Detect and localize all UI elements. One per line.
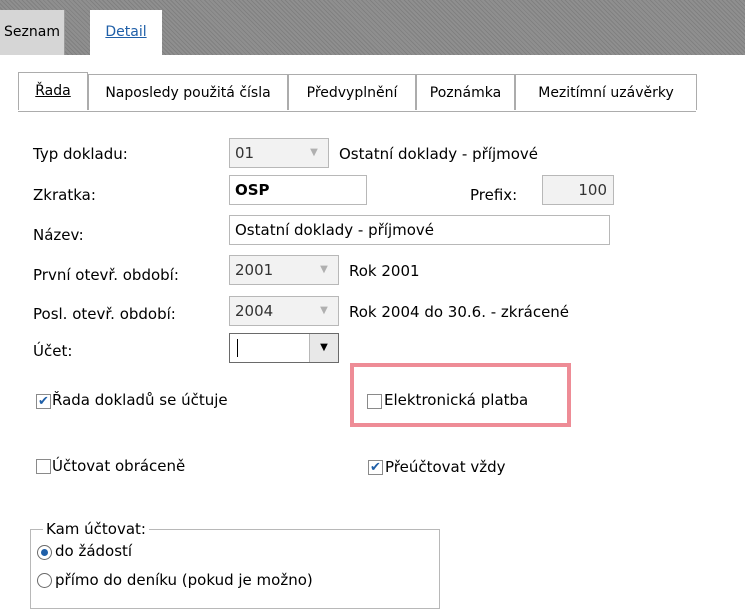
typ-dokladu-label: Typ dokladu: bbox=[33, 145, 128, 163]
chevron-down-icon[interactable]: ▼ bbox=[300, 139, 328, 167]
posl-obdobi-value: 2004 bbox=[235, 302, 274, 320]
tab-seznam[interactable]: Seznam bbox=[0, 10, 65, 55]
nazev-field[interactable]: Ostatní doklady - příjmové bbox=[229, 215, 610, 245]
radio-do-zadosti[interactable] bbox=[37, 545, 52, 560]
prefix-label: Prefix: bbox=[470, 186, 518, 204]
chevron-down-icon[interactable]: ▼ bbox=[309, 334, 338, 362]
kam-uctovat-legend: Kam účtovat: bbox=[43, 520, 149, 538]
radio-primo-do-deniku-label: přímo do deníku (pokud je možno) bbox=[55, 571, 313, 589]
tab-mezitimni-uzaverky[interactable]: Mezitímní uzávěrky bbox=[515, 74, 697, 110]
rada-uctuje-checkbox[interactable]: ✔ bbox=[36, 394, 51, 409]
text-caret bbox=[237, 339, 238, 357]
prefix-field[interactable]: 100 bbox=[542, 175, 614, 205]
radio-primo-do-deniku[interactable] bbox=[37, 573, 52, 588]
chevron-down-icon[interactable]: ▼ bbox=[310, 297, 338, 325]
uctovat-obracene-checkbox[interactable] bbox=[36, 459, 51, 474]
prvni-obdobi-combo[interactable]: 2001 ▼ bbox=[229, 255, 339, 285]
typ-dokladu-value: 01 bbox=[235, 144, 255, 162]
elektronicka-platba-checkbox[interactable] bbox=[367, 394, 382, 409]
rada-uctuje-label: Řada dokladů se účtuje bbox=[52, 391, 228, 409]
uctovat-obracene-label: Účtovat obráceně bbox=[52, 457, 186, 475]
prvni-obdobi-label: První otevř. období: bbox=[33, 266, 179, 284]
nazev-label: Název: bbox=[33, 226, 84, 244]
elektronicka-platba-label: Elektronická platba bbox=[384, 391, 529, 409]
tab-detail[interactable]: Detail bbox=[90, 10, 162, 55]
preuctovat-vzdy-checkbox[interactable]: ✔ bbox=[368, 460, 383, 475]
posl-obdobi-description: Rok 2004 do 30.6. - zkrácené bbox=[349, 303, 570, 321]
typ-dokladu-description: Ostatní doklady - příjmové bbox=[339, 145, 539, 163]
ucet-combo[interactable]: ▼ bbox=[229, 333, 339, 363]
kam-uctovat-group bbox=[30, 529, 440, 609]
tab-rada-label: Řada bbox=[35, 83, 71, 99]
radio-do-zadosti-label: do žádostí bbox=[55, 542, 133, 560]
ucet-label: Účet: bbox=[33, 342, 73, 360]
prvni-obdobi-description: Rok 2001 bbox=[349, 262, 420, 280]
prvni-obdobi-value: 2001 bbox=[235, 261, 274, 279]
radio-selected-dot bbox=[41, 549, 48, 556]
posl-obdobi-combo[interactable]: 2004 ▼ bbox=[229, 296, 339, 326]
preuctovat-vzdy-label: Přeúčtovat vždy bbox=[385, 458, 506, 476]
zkratka-field[interactable]: OSP bbox=[229, 175, 367, 205]
zkratka-label: Zkratka: bbox=[33, 186, 96, 204]
detail-tab-strip: Řada Naposledy použitá čísla Předvyplněn… bbox=[18, 72, 697, 112]
posl-obdobi-label: Posl. otevř. období: bbox=[33, 305, 176, 323]
tab-naposledy-pouzita-cisla[interactable]: Naposledy použitá čísla bbox=[88, 74, 288, 110]
tab-predvyplneni[interactable]: Předvyplnění bbox=[288, 74, 416, 110]
tab-rada[interactable]: Řada bbox=[18, 72, 88, 110]
tab-detail-label: Detail bbox=[105, 24, 147, 40]
tab-poznamka[interactable]: Poznámka bbox=[416, 74, 515, 110]
chevron-down-icon[interactable]: ▼ bbox=[310, 256, 338, 284]
typ-dokladu-combo[interactable]: 01 ▼ bbox=[229, 138, 329, 168]
